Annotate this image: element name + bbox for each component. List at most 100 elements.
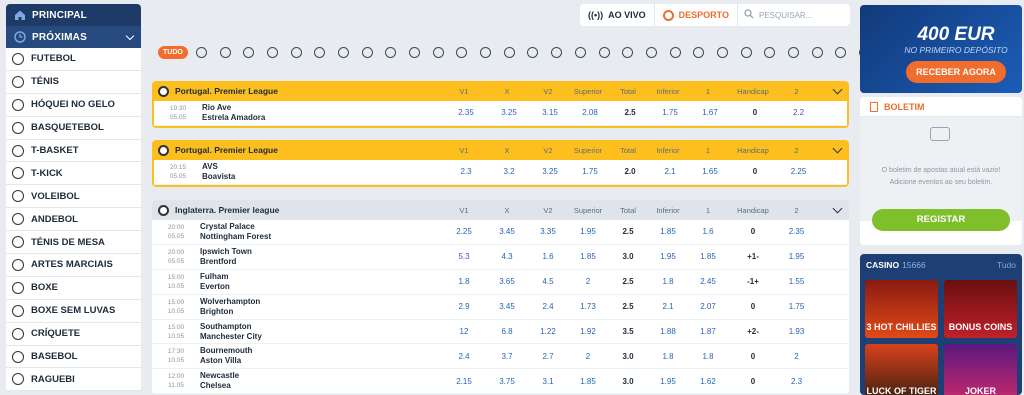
match-teams[interactable]: Wolverhampton Brighton bbox=[200, 297, 442, 317]
odd-button[interactable]: 2.3 bbox=[778, 377, 815, 386]
casino-all-link[interactable]: Tudo bbox=[997, 260, 1016, 270]
sidebar-sport-item[interactable]: BOXE SEM LUVAS bbox=[6, 300, 141, 323]
odd-button[interactable]: 1.75 bbox=[570, 167, 610, 176]
odd-button[interactable]: 1.85 bbox=[568, 377, 608, 386]
match-row[interactable]: 20:00 05.05 Crystal Palace Nottingham Fores… bbox=[152, 220, 849, 245]
sidebar-sport-item[interactable]: TÉNIS DE MESA bbox=[6, 231, 141, 255]
match-row[interactable]: 19:30 05.05 Rio Ave Estrela Amadora 2.35 3.25… bbox=[154, 101, 847, 126]
odd-button[interactable]: 2.4 bbox=[442, 352, 486, 361]
odd-button[interactable]: 2.35 bbox=[444, 108, 488, 117]
odd-button[interactable]: 1.93 bbox=[778, 327, 815, 336]
odd-button[interactable]: 3.45 bbox=[486, 227, 528, 236]
game-tile[interactable]: LUCK OF TIGER bbox=[865, 344, 938, 395]
odd-button[interactable]: 1.73 bbox=[568, 302, 608, 311]
odd-button[interactable]: 2.9 bbox=[442, 302, 486, 311]
odd-button[interactable]: 1.85 bbox=[688, 252, 728, 261]
odd-button[interactable]: 2.45 bbox=[688, 277, 728, 286]
sport-filter-icon[interactable] bbox=[693, 46, 705, 58]
sport-filter-icon[interactable] bbox=[385, 46, 397, 58]
odd-button[interactable]: 2 bbox=[568, 352, 608, 361]
odd-button[interactable]: 3.15 bbox=[530, 108, 570, 117]
promo-claim-button[interactable]: RECEBER AGORA bbox=[906, 61, 1006, 83]
chevron-down-icon[interactable] bbox=[832, 203, 843, 213]
sidebar-sport-item[interactable]: T-BASKET bbox=[6, 140, 141, 163]
match-row[interactable]: 17:30 10.05 Bournemouth Aston Villa 2.4 3.7 2.… bbox=[152, 344, 849, 370]
odd-button[interactable]: 1.92 bbox=[568, 327, 608, 336]
sidebar-sport-item[interactable]: ANDEBOL bbox=[6, 208, 141, 232]
sidebar-sport-item[interactable]: T-KICK bbox=[6, 162, 141, 186]
odd-button[interactable]: 2 bbox=[568, 277, 608, 286]
chevron-down-icon[interactable] bbox=[832, 84, 843, 94]
odd-button[interactable]: 1.85 bbox=[568, 252, 608, 261]
odd-button[interactable]: 2.7 bbox=[528, 352, 568, 361]
sidebar-sport-item[interactable]: BOXE bbox=[6, 277, 141, 300]
odd-button[interactable]: 3.75 bbox=[486, 377, 528, 386]
odd-button[interactable]: 1.8 bbox=[688, 352, 728, 361]
sidebar-sport-item[interactable]: VOLEIBOL bbox=[6, 185, 141, 209]
odd-button[interactable]: 2.07 bbox=[688, 302, 728, 311]
sport-filter-icon[interactable] bbox=[195, 46, 207, 58]
odd-button[interactable]: 1.8 bbox=[648, 352, 688, 361]
sport-filter-icon[interactable] bbox=[432, 46, 444, 58]
sport-filter-icon[interactable] bbox=[409, 46, 421, 58]
match-teams[interactable]: Fulham Everton bbox=[200, 272, 442, 292]
game-tile[interactable]: 3 HOT CHILLIES bbox=[865, 280, 938, 338]
odd-button[interactable]: 1.67 bbox=[690, 108, 730, 117]
sport-filter-icon[interactable] bbox=[527, 46, 539, 58]
sport-filter-icon[interactable] bbox=[480, 46, 492, 58]
sport-filter-icon[interactable] bbox=[243, 46, 255, 58]
sport-filter-icon[interactable] bbox=[740, 46, 752, 58]
sport-filter-icon[interactable] bbox=[835, 46, 847, 58]
sport-filter-icon[interactable] bbox=[716, 46, 728, 58]
odd-button[interactable]: 1.95 bbox=[778, 252, 815, 261]
match-teams[interactable]: Bournemouth Aston Villa bbox=[200, 346, 442, 366]
match-teams[interactable]: Newcastle Chelsea bbox=[200, 371, 442, 391]
sidebar-sport-item[interactable]: BASEBOL bbox=[6, 346, 141, 369]
game-tile[interactable]: BONUS COINS bbox=[944, 280, 1017, 338]
odd-button[interactable]: 2.15 bbox=[442, 377, 486, 386]
sport-filter-icon[interactable] bbox=[266, 46, 278, 58]
sport-filter-icon[interactable] bbox=[551, 46, 563, 58]
odd-button[interactable]: 1.22 bbox=[528, 327, 568, 336]
filter-all-button[interactable]: TUDO bbox=[158, 45, 188, 59]
league-header[interactable]: Portugal. Premier League V1 X V2 Superior Tot… bbox=[152, 140, 849, 160]
odd-button[interactable]: 2.1 bbox=[650, 167, 690, 176]
odd-button[interactable]: 1.8 bbox=[648, 277, 688, 286]
odd-button[interactable]: 12 bbox=[442, 327, 486, 336]
league-header[interactable]: Portugal. Premier League V1 X V2 Superior Tot… bbox=[152, 81, 849, 101]
sport-button[interactable]: DESPORTO bbox=[655, 4, 738, 26]
odd-button[interactable]: 3.65 bbox=[486, 277, 528, 286]
match-teams[interactable]: AVS Boavista bbox=[202, 162, 444, 182]
match-row[interactable]: 15:00 10.05 Fulham Everton 1.8 3.65 4.5 2 2.5 1.8… bbox=[152, 270, 849, 295]
sidebar-sport-item[interactable]: FUTEBOL bbox=[6, 48, 141, 71]
odd-button[interactable]: 3.7 bbox=[486, 352, 528, 361]
odd-button[interactable]: 3.25 bbox=[530, 167, 570, 176]
match-teams[interactable]: Rio Ave Estrela Amadora bbox=[202, 103, 444, 123]
sidebar-sport-item[interactable]: ARTES MARCIAIS bbox=[6, 254, 141, 277]
match-row[interactable]: 12:00 11.05 Newcastle Chelsea 2.15 3.75 3.1 1.8… bbox=[152, 369, 849, 395]
league-header[interactable]: Inglaterra. Premier league V1 X V2 Superior T… bbox=[152, 200, 849, 220]
sport-filter-icon[interactable] bbox=[337, 46, 349, 58]
sport-filter-icon[interactable] bbox=[290, 46, 302, 58]
sport-filter-icon[interactable] bbox=[764, 46, 776, 58]
odd-button[interactable]: 4.5 bbox=[528, 277, 568, 286]
odd-button[interactable]: 1.75 bbox=[778, 302, 815, 311]
sidebar-sport-item[interactable]: HÓQUEI NO GELO bbox=[6, 94, 141, 117]
odd-button[interactable]: 2.4 bbox=[528, 302, 568, 311]
odd-button[interactable]: 1.87 bbox=[688, 327, 728, 336]
search-input[interactable]: PESQUISAR... bbox=[738, 9, 850, 21]
promo-banner[interactable]: 400 EUR NO PRIMEIRO DEPÓSITO RECEBER AGO… bbox=[860, 5, 1022, 93]
odd-button[interactable]: 1.8 bbox=[442, 277, 486, 286]
odd-button[interactable]: 1.6 bbox=[688, 227, 728, 236]
odd-button[interactable]: 1.95 bbox=[648, 377, 688, 386]
odd-button[interactable]: 2.3 bbox=[444, 167, 488, 176]
sidebar-item-principal[interactable]: PRINCIPAL bbox=[6, 4, 141, 26]
odd-button[interactable]: 1.88 bbox=[648, 327, 688, 336]
odd-button[interactable]: 4.3 bbox=[486, 252, 528, 261]
odd-button[interactable]: 3.2 bbox=[488, 167, 530, 176]
odd-button[interactable]: 2 bbox=[778, 352, 815, 361]
register-button[interactable]: REGISTAR bbox=[872, 209, 1010, 231]
odd-button[interactable]: 1.62 bbox=[688, 377, 728, 386]
match-row[interactable]: 15:00 10.05 Wolverhampton Brighton 2.9 3.45 2.… bbox=[152, 295, 849, 320]
match-row[interactable]: 15:00 10.05 Southampton Manchester City 12 6.… bbox=[152, 320, 849, 345]
